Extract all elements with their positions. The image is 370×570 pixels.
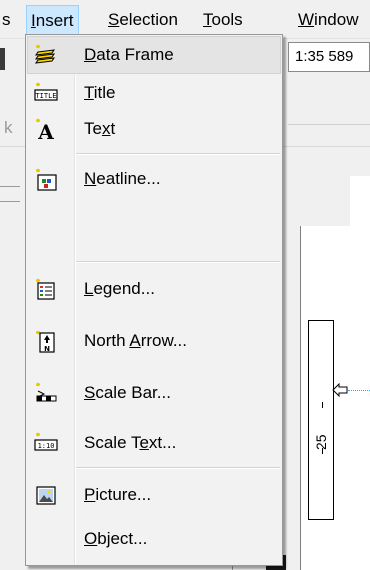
title-icon: TITLE xyxy=(34,82,58,101)
neatline-icon xyxy=(36,168,57,191)
menu-tools[interactable]: Tools xyxy=(203,8,243,32)
menu-item-legend[interactable]: Legend... xyxy=(28,271,280,307)
map-scale-input[interactable]: 1:35 589 xyxy=(288,42,370,72)
text-icon: A xyxy=(36,118,54,141)
menu-item-scale-bar[interactable]: Scale Bar... xyxy=(28,375,280,411)
menu-item-label: Picture... xyxy=(84,485,152,504)
scale-bar-icon xyxy=(36,382,57,402)
menu-item-data-frame[interactable]: Data Frame xyxy=(27,36,281,74)
svg-text:N: N xyxy=(44,345,50,353)
menu-item-scale-text[interactable]: 1:10 Scale Text... xyxy=(28,425,280,461)
data-frame-icon xyxy=(34,44,56,64)
menu-item-label: North Arrow... xyxy=(84,331,187,350)
ruler-tick xyxy=(322,402,323,408)
north-arrow-icon: N xyxy=(36,330,55,353)
menu-separator xyxy=(76,153,280,155)
menu-item-label: Object... xyxy=(84,529,148,548)
insert-rest: nsert xyxy=(35,11,74,30)
menu-item-label: Text xyxy=(84,119,116,138)
menu-item-neatline[interactable]: Neatline... xyxy=(28,161,280,197)
menu-separator xyxy=(76,467,280,469)
divider xyxy=(288,124,370,125)
tools-mnemonic: T xyxy=(203,10,212,29)
menu-item-label: Title xyxy=(84,83,116,102)
picture-icon xyxy=(36,486,56,505)
menu-window[interactable]: Window xyxy=(298,8,358,32)
menu-item-north-arrow[interactable]: N North Arrow... xyxy=(28,323,280,359)
menu-item-label: Scale Bar... xyxy=(84,383,171,402)
menu-item-text[interactable]: A Text xyxy=(28,111,280,147)
partial-label: k xyxy=(4,118,13,137)
svg-text:1:10: 1:10 xyxy=(38,442,55,450)
svg-text:A: A xyxy=(37,120,54,141)
window-mnemonic: W xyxy=(298,10,315,29)
menu-partial-left[interactable]: s xyxy=(2,8,11,32)
tools-rest: ools xyxy=(211,10,243,29)
selection-rest: election xyxy=(119,10,178,29)
menu-insert[interactable]: Insert xyxy=(26,5,79,37)
ruler-label: 25 xyxy=(313,434,329,450)
insert-menu-dropdown: Data Frame TITLE Title A Text Neatline..… xyxy=(25,34,283,566)
toolbar-handle[interactable] xyxy=(0,48,5,70)
menu-item-label: Scale Text... xyxy=(84,433,177,452)
menu-selection[interactable]: Selection xyxy=(108,8,178,32)
selection-mnemonic: S xyxy=(108,10,120,29)
legend-icon xyxy=(36,278,55,300)
menu-item-label: Neatline... xyxy=(84,169,161,188)
selection-handle-arrow-icon[interactable] xyxy=(332,383,348,397)
window-rest: indow xyxy=(314,10,359,29)
menu-item-picture[interactable]: Picture... xyxy=(28,477,280,513)
panel-edge xyxy=(0,186,20,202)
menu-separator xyxy=(76,261,280,263)
menu-item-title[interactable]: TITLE Title xyxy=(28,75,280,111)
dotted-guide xyxy=(348,390,370,391)
menu-item-label: Data Frame xyxy=(84,45,174,64)
menu-item-label: Legend... xyxy=(84,279,155,298)
scale-text-icon: 1:10 xyxy=(34,432,58,451)
svg-text:TITLE: TITLE xyxy=(35,92,56,100)
page-corner xyxy=(300,176,350,226)
menu-item-object[interactable]: Object... xyxy=(28,521,280,557)
